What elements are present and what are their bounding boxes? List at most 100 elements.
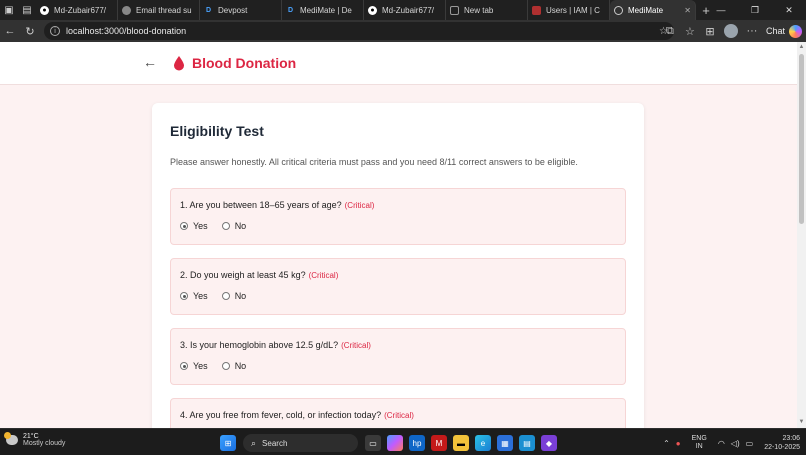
tab-label: Devpost xyxy=(218,5,248,15)
question-text: 2. Do you weigh at least 45 kg? (Critical… xyxy=(180,270,338,280)
question-text: 4. Are you free from fever, cold, or inf… xyxy=(180,410,414,420)
scroll-down-icon[interactable]: ▼ xyxy=(798,419,805,426)
browser-tab-active[interactable]: MediMate ✕ xyxy=(610,0,696,20)
critical-badge: (Critical) xyxy=(344,201,375,210)
collections-icon[interactable]: ⊞ xyxy=(700,20,720,42)
browser-tab[interactable]: ● Md-Zubair677/ xyxy=(364,0,446,20)
hp-icon[interactable]: hp xyxy=(409,435,425,451)
question-text: 1. Are you between 18–65 years of age? (C… xyxy=(180,200,374,210)
chat-button[interactable]: Chat xyxy=(765,24,802,38)
edge-icon[interactable]: e xyxy=(475,435,491,451)
question-label: 4. Are you free from fever, cold, or inf… xyxy=(180,410,382,420)
devpost-icon: D xyxy=(205,6,212,14)
no-radio[interactable] xyxy=(221,222,230,230)
app-icon[interactable]: ◆ xyxy=(541,435,557,451)
answer-options: Yes No xyxy=(180,221,260,231)
tab-label: MediMate xyxy=(628,5,664,15)
browser-tab[interactable]: Email thread su xyxy=(118,0,200,20)
taskbar-search[interactable]: ⌕ Search xyxy=(243,434,358,452)
restore-icon[interactable]: ❐ xyxy=(738,0,772,20)
browser-tab[interactable]: Users | IAM | C xyxy=(528,0,610,20)
tab-label: Md-Zubair677/ xyxy=(382,5,435,15)
browser-tab[interactable]: New tab xyxy=(446,0,528,20)
site-header: ← Blood Donation xyxy=(0,42,797,85)
weather-condition: Mostly cloudy xyxy=(23,440,66,447)
close-window-icon[interactable]: ✕ xyxy=(772,0,806,20)
question-item: 4. Are you free from fever, cold, or inf… xyxy=(170,398,626,428)
yes-label[interactable]: Yes xyxy=(193,291,208,301)
address-url[interactable]: localhost:3000/blood-donation xyxy=(66,26,186,36)
site-info-icon[interactable]: i xyxy=(50,26,60,36)
question-text: 3. Is your hemoglobin above 12.5 g/dL? (C… xyxy=(180,340,371,350)
eligibility-title: Eligibility Test xyxy=(170,123,264,139)
minimize-icon[interactable]: — xyxy=(704,0,738,20)
lang-top: ENG xyxy=(691,435,707,442)
back-icon[interactable]: ← xyxy=(0,20,20,42)
copilot-app-icon[interactable] xyxy=(387,435,403,451)
clock-time: 23:06 xyxy=(782,435,800,442)
yes-label[interactable]: Yes xyxy=(193,361,208,371)
critical-badge: (Critical) xyxy=(341,341,371,350)
page-scrollbar[interactable]: ▲ ▼ xyxy=(797,42,806,428)
browser-tab[interactable]: D MediMate | De xyxy=(282,0,364,20)
page-viewport: ← Blood Donation Eligibility Test Please… xyxy=(0,42,797,428)
profile-avatar[interactable] xyxy=(723,24,738,38)
more-menu-icon[interactable]: ··· xyxy=(742,20,762,42)
yes-radio[interactable] xyxy=(180,362,188,370)
workspaces-icon[interactable]: ▤ xyxy=(18,0,36,20)
no-label[interactable]: No xyxy=(235,221,247,231)
notepad-icon[interactable]: ▤ xyxy=(519,435,535,451)
circle-icon xyxy=(122,5,131,15)
weather-icon xyxy=(4,432,18,445)
language-indicator[interactable]: ENG IN xyxy=(692,435,707,451)
yes-label[interactable]: Yes xyxy=(193,221,208,231)
extensions-icon[interactable]: ⧉ xyxy=(660,20,680,42)
question-label: 1. Are you between 18–65 years of age? xyxy=(180,200,342,210)
browser-tab[interactable]: D Devpost xyxy=(200,0,282,20)
clock-date: 22-10-2025 xyxy=(764,444,800,451)
no-radio[interactable] xyxy=(221,292,230,300)
no-label[interactable]: No xyxy=(235,361,247,371)
weather-temp: 21°C xyxy=(23,433,39,440)
refresh-icon[interactable]: ↻ xyxy=(20,20,40,42)
address-bar[interactable]: i localhost:3000/blood-donation ☆ xyxy=(44,22,674,40)
question-item: 1. Are you between 18–65 years of age? (C… xyxy=(170,188,626,245)
tab-label: New tab xyxy=(464,5,494,15)
task-view-icon[interactable]: ▭ xyxy=(365,435,381,451)
close-tab-icon[interactable]: ✕ xyxy=(684,6,691,15)
answer-options: Yes No xyxy=(180,361,260,371)
favorites-icon[interactable]: ☆ xyxy=(680,20,700,42)
toolbar-right: ⧉ ☆ ⊞ ··· Chat xyxy=(660,20,802,42)
start-icon[interactable]: ⊞ xyxy=(220,435,236,451)
eligibility-card: Eligibility Test Please answer honestly.… xyxy=(152,103,644,428)
store-icon[interactable]: ▦ xyxy=(497,435,513,451)
taskbar: 21°C Mostly cloudy ⊞ ⌕ Search ▭ hp M ▬ e… xyxy=(0,428,806,455)
lang-bottom: IN xyxy=(695,443,703,450)
tab-label: Md-Zubair677/ xyxy=(54,5,107,15)
critical-badge: (Critical) xyxy=(308,271,339,280)
battery-icon[interactable]: ▭ xyxy=(746,439,754,448)
volume-icon[interactable]: ◁) xyxy=(731,439,740,448)
yes-radio[interactable] xyxy=(180,292,188,300)
newtab-icon xyxy=(450,5,459,15)
file-explorer-icon[interactable]: ▬ xyxy=(453,435,469,451)
scrollbar-thumb[interactable] xyxy=(799,54,804,224)
chevron-up-icon[interactable]: ⌃ xyxy=(663,439,670,448)
wifi-icon[interactable]: ◠ xyxy=(718,439,725,448)
alert-icon[interactable]: ● xyxy=(676,439,681,448)
no-radio[interactable] xyxy=(221,362,230,370)
mcafee-icon[interactable]: M xyxy=(431,435,447,451)
tab-label: MediMate | De xyxy=(300,5,352,15)
weather-widget[interactable]: 21°C Mostly cloudy xyxy=(4,432,66,447)
scroll-up-icon[interactable]: ▲ xyxy=(798,44,805,51)
back-arrow-icon[interactable]: ← xyxy=(142,54,158,70)
search-icon: ⌕ xyxy=(251,437,257,448)
chat-label: Chat xyxy=(765,26,785,36)
yes-radio[interactable] xyxy=(180,222,188,230)
no-label[interactable]: No xyxy=(235,291,247,301)
devpost-icon: D xyxy=(287,6,294,14)
browser-tab[interactable]: ● Md-Zubair677/ xyxy=(36,0,118,20)
tab-actions-icon[interactable]: ▣ xyxy=(0,0,18,20)
clock[interactable]: 23:06 22-10-2025 xyxy=(764,434,800,452)
taskbar-apps: ⊞ ⌕ Search ▭ hp M ▬ e ▦ ▤ ◆ xyxy=(217,432,560,454)
